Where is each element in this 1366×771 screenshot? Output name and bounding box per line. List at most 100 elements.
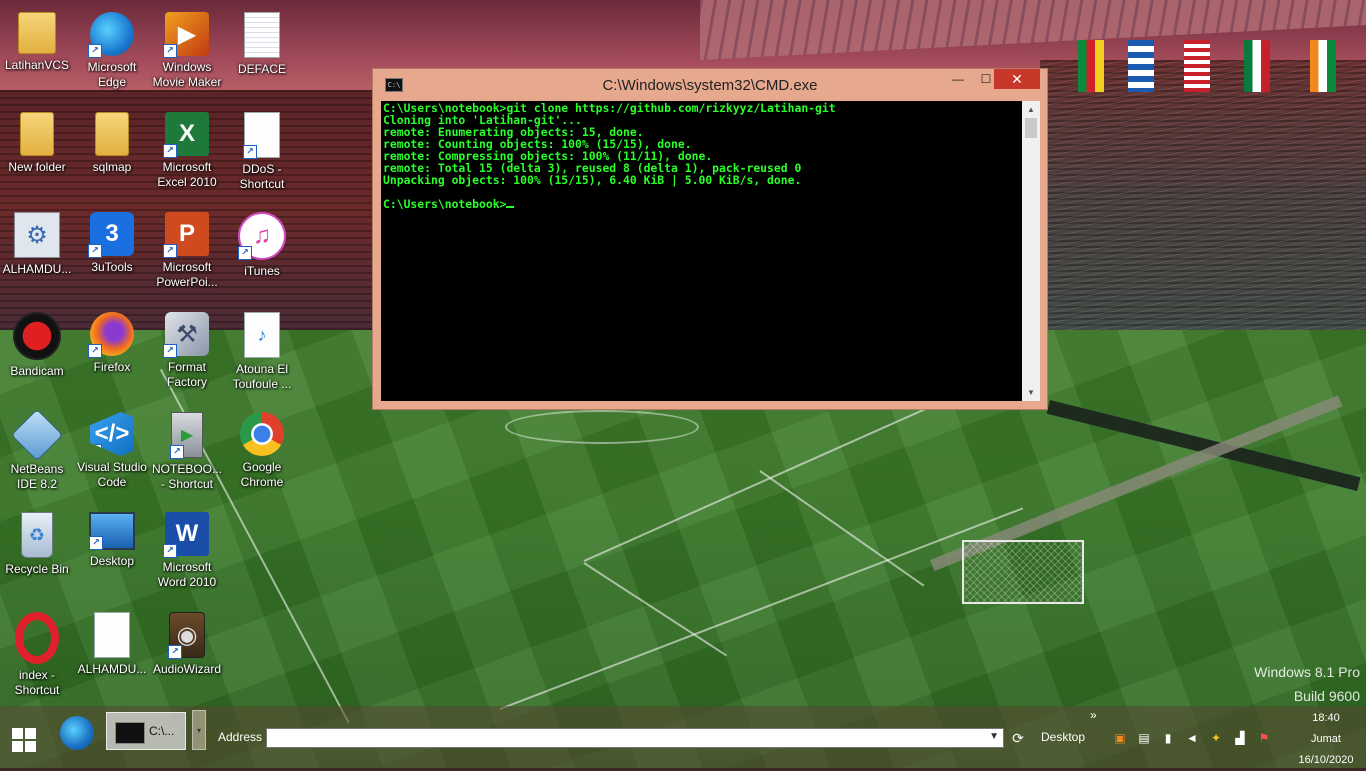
taskbar: C:\... ▾ Address ▼ ⟳ Desktop » ▣ ▤ ▮ ◄ ✦… [0, 706, 1366, 768]
desktop-icon-powerpoint[interactable]: P ↗ Microsoft PowerPoi... [150, 206, 224, 298]
address-input[interactable]: ▼ [266, 728, 1004, 748]
desktop-icon-google-chrome[interactable]: Google Chrome [225, 406, 299, 498]
os-watermark-build: Build 9600 [1293, 688, 1360, 704]
desktop-icon-label: Microsoft Excel 2010 [157, 160, 217, 189]
console-output[interactable]: C:\Users\notebook>git clone https://gith… [381, 101, 1022, 401]
desktop-icon-label: Bandicam [10, 364, 64, 378]
desktop-icon-deface[interactable]: DEFACE [225, 6, 299, 98]
clock-day: Jumat [1311, 733, 1341, 745]
folder-icon [20, 112, 54, 156]
console-prompt: C:\Users\notebook> [383, 197, 507, 211]
windows-logo-icon [25, 741, 36, 752]
address-label: Address [218, 730, 263, 744]
desktop-icon-ddos-shortcut[interactable]: ↗ DDoS - Shortcut [225, 106, 299, 198]
desktop-icon-format-factory[interactable]: ⚒ ↗ Format Factory [150, 306, 224, 398]
folder-icon [95, 112, 129, 156]
wallpaper-flag [1184, 40, 1210, 92]
desktop-icon-label: LatihanVCS [4, 58, 70, 72]
desktop-icon-desktop[interactable]: ↗ Desktop [75, 506, 149, 598]
tray-security-icon[interactable]: ✦ [1208, 730, 1224, 746]
desktop-icon-new-folder[interactable]: New folder [0, 106, 74, 198]
desktop-icon-label: NetBeans IDE 8.2 [10, 462, 64, 491]
settings-icon: ⚙ [14, 212, 60, 258]
signal-icon[interactable]: ▟ [1232, 730, 1248, 746]
clock-time: 18:40 [1312, 712, 1340, 724]
windows-logo-icon [25, 728, 36, 739]
taskbar-clock[interactable]: 18:40 Jumat 16/10/2020 [1290, 708, 1362, 771]
itunes-icon: ♫ ↗ [238, 212, 286, 260]
start-button[interactable] [12, 728, 36, 752]
windows-logo-icon [12, 728, 23, 739]
desktop-icon-recycle-bin[interactable]: ♻ Recycle Bin [0, 506, 74, 598]
desktop-icon-firefox[interactable]: ↗ Firefox [75, 306, 149, 398]
desktop-icon-movie-maker[interactable]: ▶ ↗ Windows Movie Maker [150, 6, 224, 98]
minimize-button[interactable]: — [944, 69, 972, 89]
desktop-toolbar-label[interactable]: Desktop [1041, 730, 1085, 744]
desktop-icon-word[interactable]: W ↗ Microsoft Word 2010 [150, 506, 224, 598]
desktop-icon-label: sqlmap [92, 160, 132, 174]
os-watermark-edition: Windows 8.1 Pro [1254, 664, 1360, 680]
desktop-icon-label: index - Shortcut [14, 668, 60, 697]
cmd-app-icon[interactable]: C:\ [385, 78, 403, 92]
wallpaper-flag [1078, 40, 1104, 92]
cmd-window[interactable]: C:\ C:\Windows\system32\CMD.exe — ☐ ✕ C:… [372, 68, 1048, 410]
movie-maker-icon: ▶ ↗ [163, 12, 209, 58]
cmd-titlebar[interactable]: C:\ C:\Windows\system32\CMD.exe — ☐ ✕ [373, 69, 1047, 101]
tray-battery-icon[interactable]: ▮ [1160, 730, 1176, 746]
format-factory-icon: ⚒ ↗ [163, 312, 209, 358]
desktop-icon-label: Microsoft PowerPoi... [156, 260, 218, 289]
desktop-icon-label: DEFACE [237, 62, 286, 76]
scroll-up-arrow-icon[interactable]: ▲ [1022, 101, 1040, 118]
desktop-icon-alhamdu-app[interactable]: ⚙ ALHAMDU... [0, 206, 74, 298]
toolbar-grip[interactable]: ▾ [192, 710, 206, 750]
desktop-icon-microsoft-edge[interactable]: ↗ Microsoft Edge [75, 6, 149, 98]
close-button[interactable]: ✕ [994, 69, 1040, 89]
desktop-icon-label: DDoS - Shortcut [239, 162, 285, 191]
desktop-icon-label: New folder [8, 160, 66, 174]
pitch-line [505, 410, 699, 444]
desktop-icon-itunes[interactable]: ♫ ↗ iTunes [225, 206, 299, 298]
document-icon [244, 12, 280, 58]
taskbar-cmd-button[interactable]: C:\... [106, 712, 186, 750]
desktop-icon-alhamdu-doc[interactable]: ALHAMDU... [75, 606, 149, 698]
folder-icon [18, 12, 56, 54]
desktop-icon-atouna-mp3[interactable]: ♪ Atouna El Toufoule ... [225, 306, 299, 398]
desktop-icon-latihanvcs[interactable]: LatihanVCS [0, 6, 74, 98]
desktop-icon-audiowizard[interactable]: ◉ ↗ AudioWizard [150, 606, 224, 698]
desktop-icon-sqlmap[interactable]: sqlmap [75, 106, 149, 198]
desktop-icon-3utools[interactable]: 3 ↗ 3uTools [75, 206, 149, 298]
text-cursor [506, 206, 515, 208]
console-text: C:\Users\notebook>git clone https://gith… [381, 101, 1022, 211]
scroll-thumb[interactable] [1025, 118, 1037, 138]
desktop-icon: ↗ [89, 512, 135, 550]
wallpaper-goal [962, 540, 1084, 604]
volume-icon[interactable]: ◄ [1184, 730, 1200, 746]
powerpoint-icon: P ↗ [163, 212, 209, 258]
desktop-icon-netbeans[interactable]: NetBeans IDE 8.2 [0, 406, 74, 498]
bandicam-icon [13, 312, 61, 360]
mp3-icon: ♪ [244, 312, 280, 358]
vertical-scrollbar[interactable]: ▲ ▼ [1022, 101, 1040, 401]
3utools-icon: 3 ↗ [88, 212, 134, 258]
action-center-icon[interactable]: ⚑ [1256, 730, 1272, 746]
taskbar-edge-icon[interactable] [60, 716, 94, 750]
document-icon: ↗ [243, 112, 280, 159]
chevron-down-icon[interactable]: ▼ [989, 731, 999, 742]
vscode-icon: </> ↗ [90, 412, 134, 456]
tray-window-icon[interactable]: ▤ [1136, 730, 1152, 746]
toolbar-overflow-icon[interactable]: » [1090, 708, 1097, 722]
opera-icon [15, 612, 59, 664]
refresh-icon[interactable]: ⟳ [1008, 728, 1028, 748]
desktop-icon-index-shortcut[interactable]: index - Shortcut [0, 606, 74, 698]
desktop-icon-notebook-shortcut[interactable]: ▶ ↗ NOTEBOO... - Shortcut [150, 406, 224, 498]
tray-app-icon[interactable]: ▣ [1112, 730, 1128, 746]
desktop-icon-bandicam[interactable]: Bandicam [0, 306, 74, 398]
desktop-icon-label: ALHAMDU... [77, 662, 147, 676]
edge-icon: ↗ [88, 12, 134, 58]
desktop-icon-label: Google Chrome [240, 460, 284, 489]
windows-logo-icon [12, 741, 23, 752]
desktop-icon-excel[interactable]: X ↗ Microsoft Excel 2010 [150, 106, 224, 198]
scroll-down-arrow-icon[interactable]: ▼ [1022, 384, 1040, 401]
desktop-icon-vscode[interactable]: </> ↗ Visual Studio Code [75, 406, 149, 498]
desktop-icon-label: 3uTools [91, 260, 133, 274]
